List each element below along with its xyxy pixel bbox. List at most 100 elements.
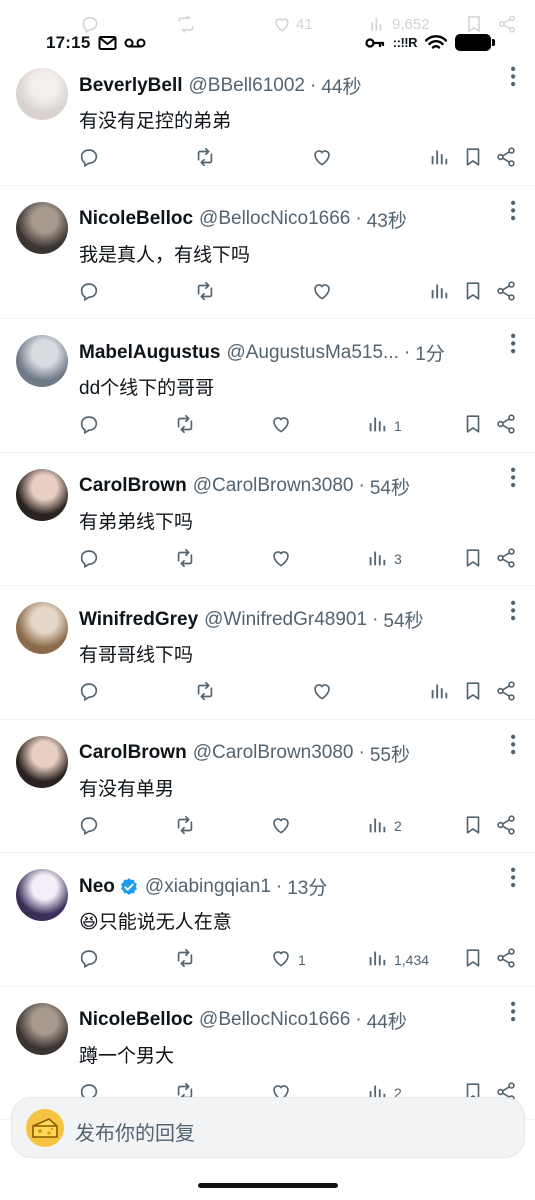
more-options-icon[interactable]: ••• (504, 66, 521, 89)
bookmark-button[interactable] (462, 680, 484, 705)
avatar[interactable] (16, 869, 68, 921)
like-button[interactable] (270, 814, 292, 839)
display-name[interactable]: NicoleBelloc (79, 1009, 193, 1031)
reply-composer[interactable]: 发布你的回复 (11, 1097, 525, 1158)
tweet-row[interactable]: ••• CarolBrown @CarolBrown3080 · 54秒 有弟弟线下吗 3 (0, 453, 535, 586)
like-button[interactable] (270, 413, 292, 438)
repost-button[interactable] (174, 413, 196, 438)
separator-dot: · (355, 208, 362, 229)
more-options-icon[interactable]: ••• (504, 867, 521, 890)
user-handle[interactable]: @WinifredGr48901 (204, 609, 367, 631)
bookmark-button[interactable] (462, 413, 484, 438)
repost-button[interactable] (194, 680, 216, 705)
display-name[interactable]: CarolBrown (79, 475, 187, 497)
more-options-icon[interactable]: ••• (504, 600, 521, 623)
display-name[interactable]: NicoleBelloc (79, 208, 193, 230)
timestamp[interactable]: 44秒 (367, 1007, 407, 1034)
reply-button[interactable] (78, 547, 100, 572)
timestamp[interactable]: 1分 (415, 339, 445, 366)
share-button[interactable] (495, 947, 517, 972)
bookmark-button[interactable] (462, 146, 484, 171)
display-name[interactable]: BeverlyBell (79, 75, 183, 97)
reply-button[interactable] (78, 947, 100, 972)
reply-icon (78, 947, 100, 972)
bookmark-icon (462, 413, 484, 438)
repost-button[interactable] (174, 814, 196, 839)
display-name[interactable]: WinifredGrey (79, 609, 198, 631)
share-button[interactable] (495, 280, 517, 305)
more-options-icon[interactable]: ••• (504, 467, 521, 490)
tweet-header: CarolBrown @CarolBrown3080 · 54秒 (79, 473, 487, 500)
timestamp[interactable]: 54秒 (370, 473, 410, 500)
timestamp[interactable]: 43秒 (367, 206, 407, 233)
avatar[interactable] (16, 1002, 68, 1055)
tweet-row[interactable]: ••• BeverlyBell @BBell61002 · 44秒 有没有足控的弟弟 (0, 52, 535, 186)
timestamp[interactable]: 44秒 (321, 72, 361, 99)
share-button[interactable] (495, 814, 517, 839)
timestamp[interactable]: 55秒 (370, 740, 410, 767)
avatar[interactable] (16, 68, 68, 120)
user-handle[interactable]: @BellocNico1666 (199, 1009, 350, 1031)
views-button[interactable] (428, 680, 450, 705)
tweet-text: 😆只能说无人在意 (79, 912, 232, 933)
tweet-row[interactable]: ••• CarolBrown @CarolBrown3080 · 55秒 有没有单男 2 (0, 720, 535, 853)
user-handle[interactable]: @CarolBrown3080 (193, 475, 354, 497)
share-icon (495, 280, 517, 305)
more-options-icon[interactable]: ••• (504, 734, 521, 757)
tweet-row[interactable]: ••• NicoleBelloc @BellocNico1666 · 43秒 我是真人，有… (0, 186, 535, 319)
bookmark-button[interactable] (462, 814, 484, 839)
reply-button[interactable] (78, 146, 100, 171)
like-button[interactable] (311, 280, 333, 305)
tweet-row[interactable]: ••• MabelAugustus @AugustusMa515... · 1分 dd个线… (0, 319, 535, 453)
share-button[interactable] (495, 413, 517, 438)
reply-button[interactable] (78, 280, 100, 305)
tweet-row[interactable]: ••• WinifredGrey @WinifredGr48901 · 54秒 有哥哥线下… (0, 586, 535, 720)
share-button[interactable] (495, 146, 517, 171)
avatar[interactable] (16, 468, 68, 521)
avatar[interactable] (16, 335, 68, 387)
reply-button[interactable] (78, 814, 100, 839)
views-button[interactable]: 3 (366, 547, 402, 572)
like-icon (311, 680, 333, 705)
tweet-row[interactable]: ••• Neo @xiabingqian1 · 13分 😆只能说无人在意 1 1,434 (0, 853, 535, 987)
more-options-icon[interactable]: ••• (504, 200, 521, 223)
user-handle[interactable]: @xiabingqian1 (145, 876, 271, 898)
like-button[interactable]: 1 (270, 947, 306, 972)
user-handle[interactable]: @CarolBrown3080 (193, 742, 354, 764)
views-button[interactable] (428, 146, 450, 171)
bookmark-button[interactable] (462, 280, 484, 305)
reply-input-placeholder[interactable]: 发布你的回复 (75, 1117, 195, 1146)
reply-button[interactable] (78, 680, 100, 705)
like-button[interactable] (311, 680, 333, 705)
display-name[interactable]: Neo (79, 876, 115, 898)
share-button[interactable] (495, 680, 517, 705)
avatar[interactable] (16, 735, 68, 788)
avatar[interactable] (16, 201, 68, 254)
timestamp[interactable]: 13分 (287, 873, 327, 900)
avatar[interactable] (16, 602, 68, 654)
user-handle[interactable]: @BBell61002 (189, 75, 305, 97)
more-options-icon[interactable]: ••• (504, 333, 521, 356)
repost-button[interactable] (194, 280, 216, 305)
views-button[interactable]: 2 (366, 814, 402, 839)
reply-feed: ••• BeverlyBell @BBell61002 · 44秒 有没有足控的弟弟 •••… (0, 52, 535, 1120)
user-handle[interactable]: @AugustusMa515... (226, 342, 398, 364)
display-name[interactable]: MabelAugustus (79, 342, 220, 364)
user-handle[interactable]: @BellocNico1666 (199, 208, 350, 230)
views-button[interactable]: 1,434 (366, 947, 429, 972)
repost-button[interactable] (194, 146, 216, 171)
like-button[interactable] (311, 146, 333, 171)
tweet-actions (0, 144, 535, 172)
display-name[interactable]: CarolBrown (79, 742, 187, 764)
views-button[interactable]: 1 (366, 413, 402, 438)
share-button[interactable] (495, 547, 517, 572)
bookmark-button[interactable] (462, 547, 484, 572)
views-button[interactable] (428, 280, 450, 305)
repost-button[interactable] (174, 947, 196, 972)
timestamp[interactable]: 54秒 (383, 606, 423, 633)
more-options-icon[interactable]: ••• (504, 1001, 521, 1024)
like-button[interactable] (270, 547, 292, 572)
reply-button[interactable] (78, 413, 100, 438)
bookmark-button[interactable] (462, 947, 484, 972)
repost-button[interactable] (174, 547, 196, 572)
